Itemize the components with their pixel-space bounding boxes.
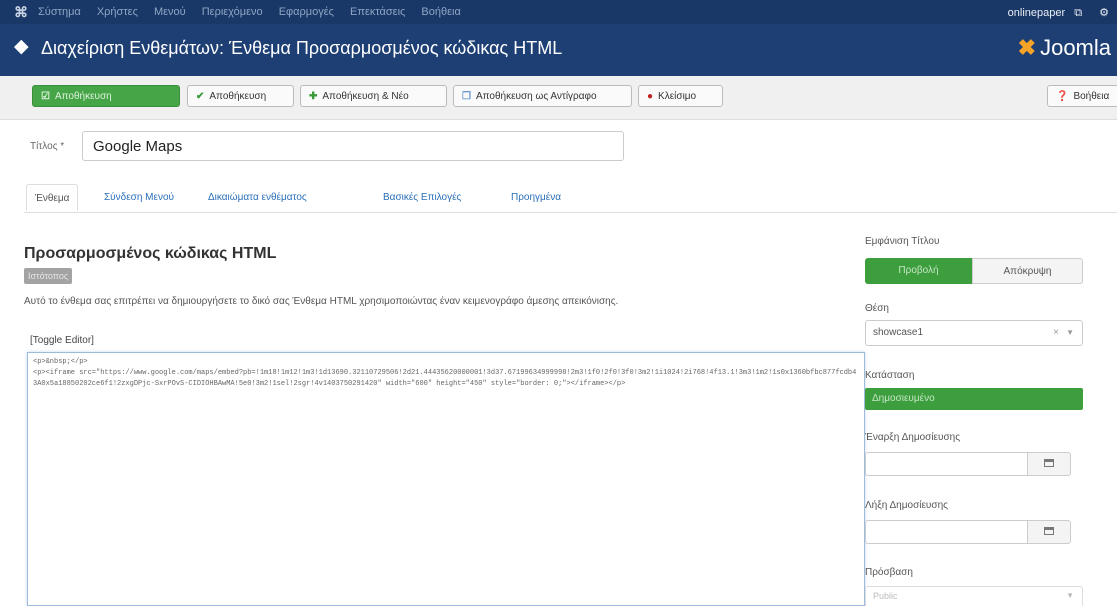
external-link-icon[interactable]: ⧉ [1074,7,1082,19]
page-title: Διαχείριση Ενθεμάτων: Ένθεμα Προσαρμοσμέ… [41,38,563,58]
copy-icon: ❐ [462,91,471,102]
tab-bar: Ένθεμα Σύνδεση Μενού Δικαιώματα ενθέματο… [24,180,1117,213]
tab-permissions[interactable]: Δικαιώματα ενθέματος [208,184,307,211]
menu-users[interactable]: Χρήστες [97,6,138,18]
position-value: showcase1 [873,327,924,338]
joomla-small-logo-icon[interactable]: ⌘ [14,4,28,21]
menu-extensions[interactable]: Επεκτάσεις [350,6,405,18]
show-title-show-button[interactable]: Προβολή [865,258,972,284]
module-type-heading: Προσαρμοσμένος κώδικας HTML [24,245,277,262]
save-icon: ☑ [41,91,50,102]
joomla-mark-icon: ✖ [1017,35,1037,60]
access-label: Πρόσβαση [865,567,913,578]
joomla-logo: ✖ Joomla [1018,35,1111,61]
chevron-down-icon: ▼ [1066,591,1074,600]
user-menu-icon[interactable]: ⚙ [1099,7,1109,19]
status-select[interactable]: Δημοσιευμένο [865,388,1083,410]
publish-down-input[interactable] [865,520,1027,544]
joomla-wordmark: Joomla [1040,35,1111,60]
title-label: Τίτλος * [30,141,65,152]
publish-up-input[interactable] [865,452,1027,476]
title-input[interactable] [82,131,624,161]
help-button[interactable]: ❓ Βοήθεια [1047,85,1117,107]
status-label: Κατάσταση [865,370,915,381]
tab-advanced[interactable]: Προηγμένα [511,184,561,211]
save-new-button[interactable]: ✚ Αποθήκευση & Νέο [300,85,447,107]
site-badge: Ιστότοπος [24,268,73,284]
module-cube-icon: ◆ [14,36,29,57]
show-title-label: Εμφάνιση Τίτλου [865,236,940,247]
site-name-link[interactable]: onlinepaper [1008,7,1066,19]
menu-system[interactable]: Σύστημα [38,6,81,18]
module-description: Αυτό το ένθεμα σας επιτρέπει να δημιουργ… [24,296,619,307]
position-label: Θέση [865,303,889,314]
save-button[interactable]: ☑ Αποθήκευση [32,85,180,107]
menu-content[interactable]: Περιεχόμενο [202,6,263,18]
save-close-button[interactable]: ✔ Αποθήκευση [187,85,294,107]
tab-menu-assignment[interactable]: Σύνδεση Μενού [104,184,174,211]
calendar-icon [1044,459,1054,467]
save-copy-button[interactable]: ❐ Αποθήκευση ως Αντίγραφο [453,85,632,107]
top-menu: Σύστημα Χρήστες Μενού Περιεχόμενο Εφαρμο… [38,6,474,18]
menu-help[interactable]: Βοήθεια [421,6,460,18]
publish-up-calendar-button[interactable] [1027,452,1071,476]
toggle-editor-link[interactable]: [Toggle Editor] [30,335,94,346]
help-icon: ❓ [1056,91,1069,102]
close-circle-icon: ● [647,91,654,102]
menu-components[interactable]: Εφαρμογές [279,6,334,18]
position-select[interactable]: showcase1 × ▼ [865,320,1083,346]
top-right-links: onlinepaper ⧉ ⚙ [1002,6,1109,20]
clear-selection-icon[interactable]: × [1053,321,1059,345]
publish-down-label: Λήξη Δημοσίευσης [865,500,948,511]
toolbar: ☑ Αποθήκευση ✔ Αποθήκευση ✚ Αποθήκευση & Νέ… [0,76,1117,120]
tab-module[interactable]: Ένθεμα [26,184,79,211]
editor-content[interactable]: <p>&nbsp;</p> <p><iframe src="https://ww… [33,357,859,390]
plus-icon: ✚ [309,91,318,102]
show-title-toggle: Προβολή Απόκρυψη [865,258,1083,284]
close-button[interactable]: ● Κλείσιμο [638,85,723,107]
page-header: ◆ Διαχείριση Ενθεμάτων: Ένθεμα Προσαρμοσ… [0,24,1117,76]
menu-menus[interactable]: Μενού [154,6,186,18]
chevron-down-icon: ▼ [1066,328,1074,337]
show-title-hide-button[interactable]: Απόκρυψη [972,258,1083,284]
publish-up-label: Έναρξη Δημοσίευσης [865,432,961,443]
check-icon: ✔ [196,91,205,102]
access-value: Public [873,591,898,601]
html-code-editor[interactable]: <p>&nbsp;</p> <p><iframe src="https://ww… [27,352,865,606]
tab-basic-options[interactable]: Βασικές Επιλογές [383,184,461,211]
calendar-icon [1044,527,1054,535]
top-menu-bar: ⌘ Σύστημα Χρήστες Μενού Περιεχόμενο Εφαρ… [0,0,1117,24]
access-select[interactable]: Public ▼ [865,586,1083,606]
publish-down-calendar-button[interactable] [1027,520,1071,544]
